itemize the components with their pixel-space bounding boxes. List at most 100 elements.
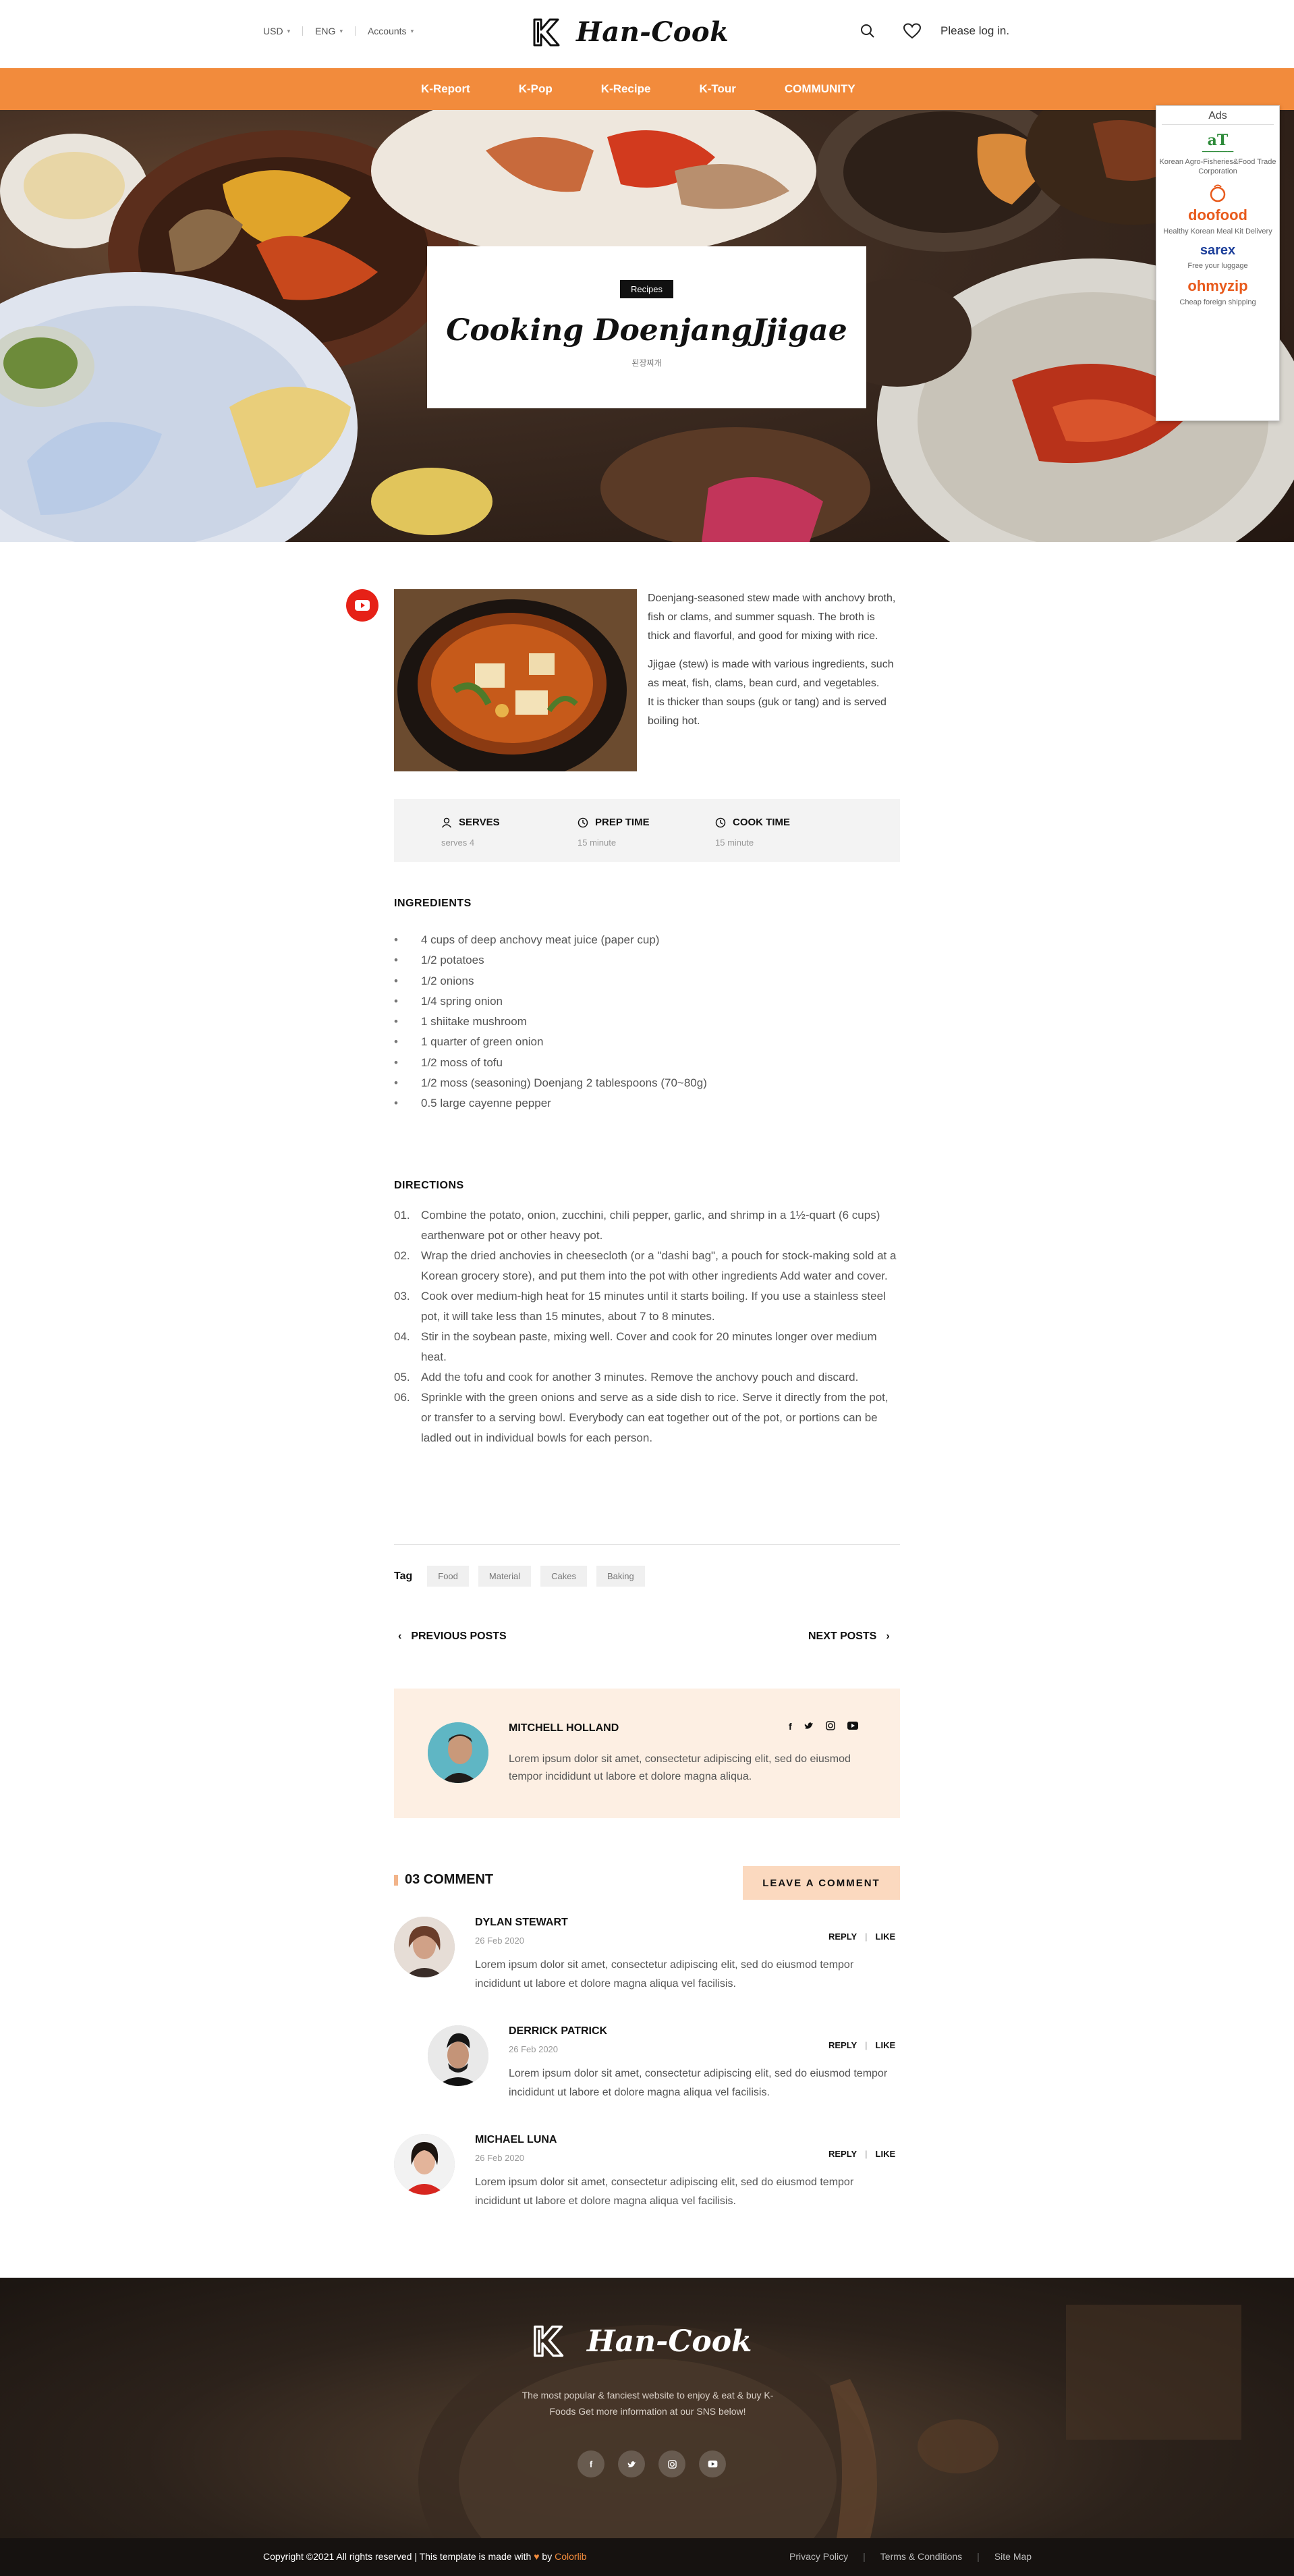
facebook-icon[interactable]: f bbox=[578, 2450, 604, 2477]
chevron-left-icon: ‹ bbox=[398, 1630, 402, 1642]
like-button[interactable]: LIKE bbox=[876, 2149, 896, 2159]
intro-paragraph: Jjigae (stew) is made with various ingre… bbox=[648, 659, 894, 689]
nav-item-k-report[interactable]: K-Report bbox=[421, 82, 470, 96]
like-button[interactable]: LIKE bbox=[876, 2040, 896, 2050]
nav-item-k-pop[interactable]: K-Pop bbox=[519, 82, 553, 96]
leave-comment-button[interactable]: LEAVE A COMMENT bbox=[743, 1866, 900, 1900]
reply-button[interactable]: REPLY bbox=[828, 2040, 857, 2050]
clock-icon bbox=[715, 817, 726, 827]
colorlib-link[interactable]: Colorlib bbox=[555, 2551, 586, 2562]
ad-caption: Korean Agro-Fisheries&Food Trade Corpora… bbox=[1159, 158, 1276, 175]
page-title: Cooking DoenjangJjigae bbox=[446, 313, 847, 348]
direction-step: 03. Cook over medium-high heat for 15 min… bbox=[394, 1286, 901, 1327]
serves-value: serves 4 bbox=[441, 838, 475, 848]
ad-item-ohmyzip[interactable]: ohmyzip Cheap foreign shipping bbox=[1156, 277, 1279, 307]
nav-item-community[interactable]: COMMUNITY bbox=[785, 82, 855, 96]
chevron-down-icon: ▾ bbox=[339, 27, 343, 34]
search-icon[interactable] bbox=[860, 23, 876, 39]
ingredient-item: 4 cups of deep anchovy meat juice (paper… bbox=[394, 930, 707, 950]
login-link[interactable]: Please log in. bbox=[940, 24, 1009, 38]
author-bio: Lorem ipsum dolor sit amet, consectetur … bbox=[509, 1753, 851, 1782]
twitter-icon[interactable] bbox=[618, 2450, 645, 2477]
ingredients-list: 4 cups of deep anchovy meat juice (paper… bbox=[394, 930, 707, 1114]
avatar bbox=[428, 2025, 488, 2086]
direction-step: 01. Combine the potato, onion, zucchini, … bbox=[394, 1205, 901, 1246]
tag-cakes[interactable]: Cakes bbox=[540, 1566, 588, 1587]
divider: | bbox=[865, 2040, 868, 2050]
currency-dropdown[interactable]: USD ▾ bbox=[263, 26, 302, 36]
chevron-right-icon: › bbox=[886, 1630, 890, 1642]
youtube-icon[interactable] bbox=[847, 1721, 858, 1730]
k-logo-icon bbox=[534, 2325, 564, 2357]
copyright-by: by bbox=[542, 2551, 553, 2562]
avatar bbox=[394, 2134, 455, 2195]
main-nav: K-Report K-Pop K-Recipe K-Tour COMMUNITY bbox=[0, 68, 1294, 110]
next-posts-link[interactable]: NEXT POSTS › bbox=[808, 1630, 890, 1643]
ad-item-at[interactable]: aT ━━━━━━━━━━━ Korean Agro-Fisheries&Foo… bbox=[1156, 132, 1279, 176]
prep-time-label: PREP TIME bbox=[595, 817, 650, 828]
ads-panel: Ads aT ━━━━━━━━━━━ Korean Agro-Fisheries… bbox=[1156, 105, 1280, 421]
divider: | bbox=[977, 2551, 980, 2562]
heart-icon: ♥ bbox=[534, 2551, 540, 2562]
ad-item-doofood[interactable]: doofood Healthy Korean Meal Kit Delivery bbox=[1156, 183, 1279, 236]
ad-brand: doofood bbox=[1188, 207, 1247, 223]
terms-link[interactable]: Terms & Conditions bbox=[880, 2551, 962, 2562]
instagram-icon[interactable] bbox=[825, 1721, 835, 1730]
heart-icon[interactable] bbox=[903, 23, 922, 39]
cook-time-value: 15 minute bbox=[715, 838, 754, 848]
chevron-down-icon: ▾ bbox=[287, 27, 291, 34]
comment-text: Lorem ipsum dolor sit amet, consectetur … bbox=[509, 2068, 888, 2098]
comment-date: 26 Feb 2020 bbox=[475, 2153, 525, 2163]
user-icon bbox=[441, 817, 452, 827]
tag-food[interactable]: Food bbox=[427, 1566, 469, 1587]
site-footer: Han-Cook The most popular & fanciest web… bbox=[0, 2278, 1294, 2576]
reply-button[interactable]: REPLY bbox=[828, 2149, 857, 2159]
ingredient-item: 1/2 moss (seasoning) Doenjang 2 tablespo… bbox=[394, 1073, 707, 1093]
meta-prep-time: PREP TIME 15 minute bbox=[578, 817, 650, 848]
youtube-icon[interactable] bbox=[699, 2450, 726, 2477]
accounts-dropdown[interactable]: Accounts ▾ bbox=[356, 26, 426, 36]
meta-cook-time: COOK TIME 15 minute bbox=[715, 817, 790, 848]
language-dropdown[interactable]: ENG ▾ bbox=[303, 26, 355, 36]
copyright-text: Copyright ©2021 All rights reserved | Th… bbox=[263, 2551, 532, 2562]
ad-item-sarex[interactable]: sarex Free your luggage bbox=[1156, 243, 1279, 271]
comment-text: Lorem ipsum dolor sit amet, consectetur … bbox=[475, 1959, 854, 1990]
twitter-icon[interactable] bbox=[804, 1721, 814, 1730]
ad-logo-strip: ━━━━━━━━━━━ bbox=[1202, 150, 1234, 155]
page-subtitle: 된장찌개 bbox=[631, 358, 662, 368]
instagram-icon[interactable] bbox=[658, 2450, 685, 2477]
site-map-link[interactable]: Site Map bbox=[994, 2551, 1032, 2562]
ingredient-item: 1/4 spring onion bbox=[394, 991, 707, 1012]
like-button[interactable]: LIKE bbox=[876, 1931, 896, 1942]
step-text: Combine the potato, onion, zucchini, chi… bbox=[421, 1209, 880, 1242]
footer-logo[interactable]: Han-Cook bbox=[530, 2324, 752, 2359]
accent-bar bbox=[394, 1874, 398, 1886]
ingredient-item: 1/2 potatoes bbox=[394, 950, 707, 970]
nav-item-k-tour[interactable]: K-Tour bbox=[699, 82, 735, 96]
footer-bottom-bar: Copyright ©2021 All rights reserved | Th… bbox=[0, 2538, 1294, 2576]
comment-author: DERRICK PATRICK bbox=[509, 2025, 608, 2037]
step-number: 02. bbox=[394, 1249, 410, 1262]
site-logo[interactable]: Han-Cook bbox=[530, 16, 729, 48]
nav-item-k-recipe[interactable]: K-Recipe bbox=[601, 82, 651, 96]
tag-baking[interactable]: Baking bbox=[596, 1566, 645, 1587]
facebook-icon[interactable]: f bbox=[789, 1721, 792, 1732]
youtube-button[interactable] bbox=[346, 589, 378, 622]
step-text: Cook over medium-high heat for 15 minute… bbox=[421, 1290, 886, 1323]
previous-posts-link[interactable]: ‹ PREVIOUS POSTS bbox=[398, 1630, 507, 1643]
step-number: 03. bbox=[394, 1290, 410, 1303]
author-name: MITCHELL HOLLAND bbox=[509, 1722, 619, 1734]
cook-time-label: COOK TIME bbox=[733, 817, 790, 828]
ad-brand: ohmyzip bbox=[1187, 277, 1248, 294]
privacy-policy-link[interactable]: Privacy Policy bbox=[789, 2551, 848, 2562]
tag-list: Tag Food Material Cakes Baking bbox=[394, 1566, 645, 1587]
recipe-meta: SERVES serves 4 PREP TIME 15 minute COOK… bbox=[394, 799, 900, 862]
ingredients-heading: INGREDIENTS bbox=[394, 898, 472, 909]
footer-links: Privacy Policy | Terms & Conditions | Si… bbox=[789, 2551, 1032, 2562]
intro-paragraph: Doenjang-seasoned stew made with anchovy… bbox=[648, 593, 896, 642]
reply-button[interactable]: REPLY bbox=[828, 1931, 857, 1942]
category-badge[interactable]: Recipes bbox=[620, 280, 673, 298]
comment-date: 26 Feb 2020 bbox=[509, 2044, 559, 2054]
tag-material[interactable]: Material bbox=[478, 1566, 532, 1587]
intro-paragraph: It is thicker than soups (guk or tang) a… bbox=[648, 696, 887, 727]
